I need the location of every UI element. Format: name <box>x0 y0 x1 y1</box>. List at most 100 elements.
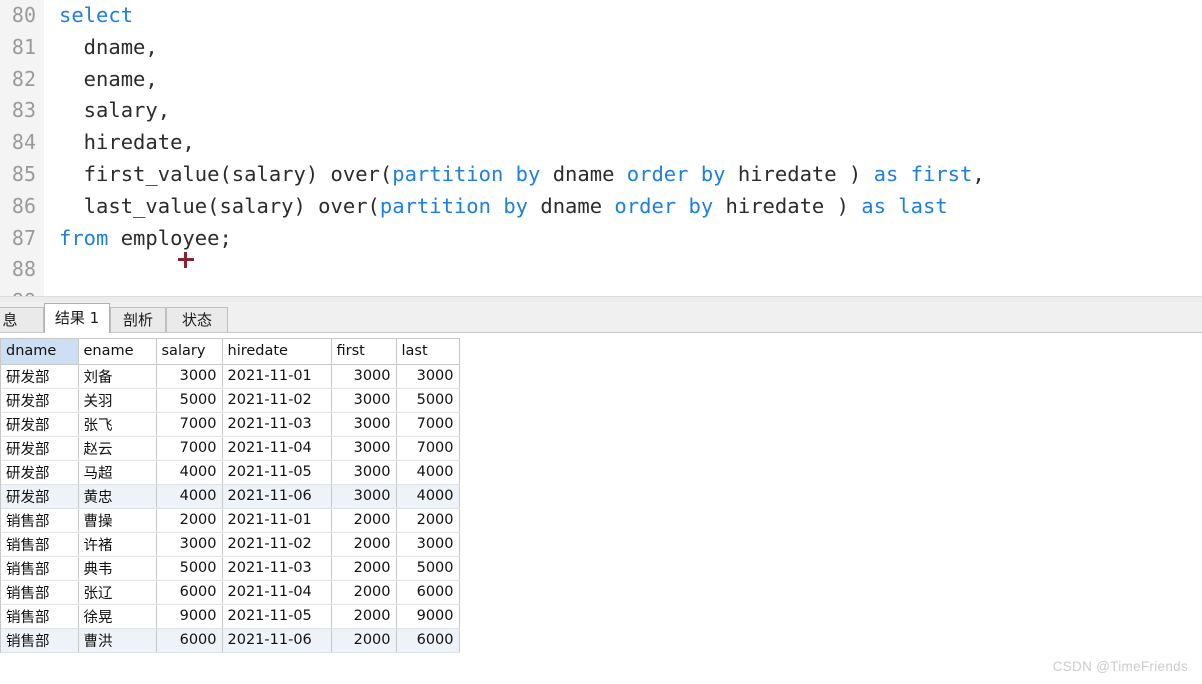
cell-salary[interactable]: 7000 <box>156 436 223 461</box>
tab-status[interactable]: 状态 <box>166 307 228 332</box>
cell-salary[interactable]: 5000 <box>156 388 223 413</box>
cell-last[interactable]: 4000 <box>396 460 460 485</box>
code-line[interactable]: 81 dname, <box>0 32 1202 64</box>
cell-last[interactable]: 6000 <box>396 628 460 653</box>
cell-hiredate[interactable]: 2021-11-01 <box>222 508 332 533</box>
cell-first[interactable]: 3000 <box>331 484 397 509</box>
cell-dname[interactable]: 研发部 <box>1 412 79 437</box>
tab-profile[interactable]: 剖析 <box>110 307 166 332</box>
cell-ename[interactable]: 曹操 <box>78 508 157 533</box>
code-line[interactable]: 83 salary, <box>0 95 1202 127</box>
cell-dname[interactable]: 研发部 <box>1 388 79 413</box>
cell-last[interactable]: 3000 <box>396 532 460 557</box>
cell-hiredate[interactable]: 2021-11-06 <box>222 628 332 653</box>
cell-hiredate[interactable]: 2021-11-05 <box>222 460 332 485</box>
table-row[interactable]: 销售部 曹操 2000 2021-11-01 2000 2000 <box>1 508 460 533</box>
cell-dname[interactable]: 研发部 <box>1 460 79 485</box>
column-header-ename[interactable]: ename <box>78 339 157 365</box>
table-row[interactable]: 研发部 马超 4000 2021-11-05 3000 4000 <box>1 460 460 485</box>
cell-hiredate[interactable]: 2021-11-06 <box>222 484 332 509</box>
cell-ename[interactable]: 典韦 <box>78 556 157 581</box>
code-line[interactable]: 89 <box>0 286 1202 296</box>
cell-ename[interactable]: 黄忠 <box>78 484 157 509</box>
cell-ename[interactable]: 关羽 <box>78 388 157 413</box>
cell-last[interactable]: 9000 <box>396 604 460 629</box>
cell-first[interactable]: 2000 <box>331 556 397 581</box>
cell-ename[interactable]: 徐晃 <box>78 604 157 629</box>
cell-ename[interactable]: 张辽 <box>78 580 157 605</box>
cell-salary[interactable]: 6000 <box>156 580 223 605</box>
cell-salary[interactable]: 2000 <box>156 508 223 533</box>
column-header-hiredate[interactable]: hiredate <box>222 339 332 365</box>
code-line[interactable]: 82 ename, <box>0 64 1202 96</box>
cell-first[interactable]: 3000 <box>331 412 397 437</box>
cell-dname[interactable]: 销售部 <box>1 532 79 557</box>
cell-last[interactable]: 5000 <box>396 556 460 581</box>
code-line[interactable]: 87 from employee; <box>0 223 1202 255</box>
cell-dname[interactable]: 销售部 <box>1 604 79 629</box>
column-header-last[interactable]: last <box>396 339 460 365</box>
cell-first[interactable]: 3000 <box>331 388 397 413</box>
cell-hiredate[interactable]: 2021-11-05 <box>222 604 332 629</box>
cell-salary[interactable]: 7000 <box>156 412 223 437</box>
cell-first[interactable]: 2000 <box>331 508 397 533</box>
table-row[interactable]: 研发部 刘备 3000 2021-11-01 3000 3000 <box>1 364 460 389</box>
cell-salary[interactable]: 5000 <box>156 556 223 581</box>
cell-hiredate[interactable]: 2021-11-02 <box>222 388 332 413</box>
cell-dname[interactable]: 销售部 <box>1 628 79 653</box>
code-line[interactable]: 80 select <box>0 0 1202 32</box>
cell-hiredate[interactable]: 2021-11-04 <box>222 436 332 461</box>
table-row[interactable]: 销售部 曹洪 6000 2021-11-06 2000 6000 <box>1 628 460 653</box>
cell-dname[interactable]: 研发部 <box>1 364 79 389</box>
cell-hiredate[interactable]: 2021-11-02 <box>222 532 332 557</box>
table-row[interactable]: 销售部 典韦 5000 2021-11-03 2000 5000 <box>1 556 460 581</box>
tab-result[interactable]: 结果 1 <box>44 303 110 333</box>
cell-last[interactable]: 4000 <box>396 484 460 509</box>
cell-salary[interactable]: 3000 <box>156 364 223 389</box>
table-row[interactable]: 研发部 张飞 7000 2021-11-03 3000 7000 <box>1 412 460 437</box>
cell-first[interactable]: 2000 <box>331 580 397 605</box>
cell-hiredate[interactable]: 2021-11-03 <box>222 556 332 581</box>
cell-dname[interactable]: 研发部 <box>1 484 79 509</box>
cell-last[interactable]: 6000 <box>396 580 460 605</box>
cell-last[interactable]: 3000 <box>396 364 460 389</box>
cell-last[interactable]: 2000 <box>396 508 460 533</box>
cell-salary[interactable]: 3000 <box>156 532 223 557</box>
cell-salary[interactable]: 6000 <box>156 628 223 653</box>
table-row[interactable]: 研发部 赵云 7000 2021-11-04 3000 7000 <box>1 436 460 461</box>
cell-ename[interactable]: 张飞 <box>78 412 157 437</box>
table-row[interactable]: 研发部 关羽 5000 2021-11-02 3000 5000 <box>1 388 460 413</box>
code-line[interactable]: 86 last_value(salary) over(partition by … <box>0 191 1202 223</box>
cell-ename[interactable]: 许褚 <box>78 532 157 557</box>
table-row[interactable]: 销售部 张辽 6000 2021-11-04 2000 6000 <box>1 580 460 605</box>
cell-ename[interactable]: 赵云 <box>78 436 157 461</box>
cell-first[interactable]: 2000 <box>331 604 397 629</box>
cell-ename[interactable]: 曹洪 <box>78 628 157 653</box>
cell-hiredate[interactable]: 2021-11-03 <box>222 412 332 437</box>
table-row[interactable]: 销售部 徐晃 9000 2021-11-05 2000 9000 <box>1 604 460 629</box>
cell-dname[interactable]: 销售部 <box>1 556 79 581</box>
cell-first[interactable]: 2000 <box>331 628 397 653</box>
code-line[interactable]: 85 first_value(salary) over(partition by… <box>0 159 1202 191</box>
cell-salary[interactable]: 4000 <box>156 484 223 509</box>
cell-dname[interactable]: 销售部 <box>1 508 79 533</box>
cell-dname[interactable]: 研发部 <box>1 436 79 461</box>
table-header-row[interactable]: dname ename salary hiredate first last <box>1 339 460 365</box>
result-table[interactable]: dname ename salary hiredate first last 研发部 刘备 3… <box>1 339 460 653</box>
cell-last[interactable]: 7000 <box>396 436 460 461</box>
cell-dname[interactable]: 销售部 <box>1 580 79 605</box>
cell-first[interactable]: 3000 <box>331 436 397 461</box>
result-grid[interactable]: dname ename salary hiredate first last 研发部 刘备 3… <box>0 338 460 653</box>
cell-ename[interactable]: 刘备 <box>78 364 157 389</box>
cell-last[interactable]: 5000 <box>396 388 460 413</box>
cell-first[interactable]: 3000 <box>331 460 397 485</box>
cell-hiredate[interactable]: 2021-11-04 <box>222 580 332 605</box>
column-header-salary[interactable]: salary <box>156 339 223 365</box>
cell-first[interactable]: 3000 <box>331 364 397 389</box>
sql-editor-pane[interactable]: 80 select 81 dname, 82 ename, 83 salary, 84 h… <box>0 0 1202 296</box>
cell-salary[interactable]: 4000 <box>156 460 223 485</box>
table-row[interactable]: 销售部 许褚 3000 2021-11-02 2000 3000 <box>1 532 460 557</box>
code-line[interactable]: 84 hiredate, <box>0 127 1202 159</box>
cell-salary[interactable]: 9000 <box>156 604 223 629</box>
cell-ename[interactable]: 马超 <box>78 460 157 485</box>
